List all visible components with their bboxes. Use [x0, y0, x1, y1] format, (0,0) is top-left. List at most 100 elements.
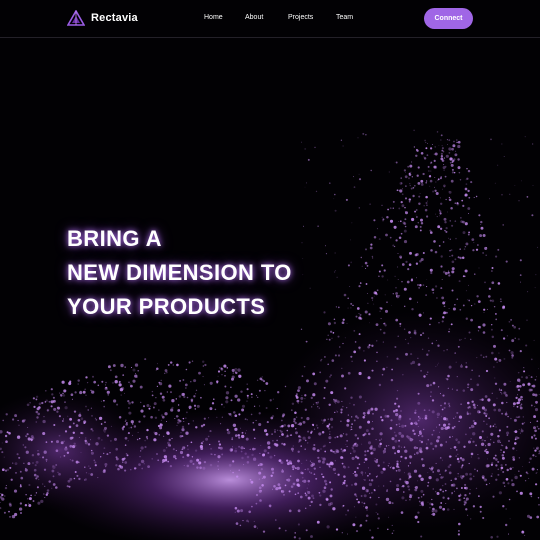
particle-dot: [499, 431, 501, 433]
particle-dot: [392, 410, 396, 413]
particle-dot: [535, 403, 537, 405]
particle-dot: [455, 416, 457, 418]
particle-dot: [44, 389, 47, 392]
particle-dot: [417, 357, 419, 359]
nav-projects-link[interactable]: Projects: [288, 13, 313, 23]
particle-dot: [443, 406, 446, 409]
particle-dot: [233, 411, 236, 414]
particle-dot: [413, 422, 416, 424]
particle-dot: [460, 220, 464, 223]
nav-about-link[interactable]: About: [245, 13, 263, 23]
particle-dot: [300, 416, 303, 419]
particle-dot: [94, 417, 97, 420]
particle-dot: [334, 271, 336, 273]
particle-dot: [117, 467, 120, 471]
particle-dot: [158, 434, 160, 436]
particle-dot: [1, 468, 5, 472]
particle-dot: [376, 289, 379, 292]
particle-dot: [488, 287, 492, 290]
particle-dot: [228, 413, 232, 416]
particle-dot: [382, 449, 387, 454]
particle-dot: [500, 451, 502, 453]
particle-dot: [483, 412, 486, 415]
particle-dot: [388, 171, 390, 173]
particle-dot: [183, 421, 185, 423]
particle-dot: [28, 504, 32, 507]
particle-dot: [459, 179, 462, 181]
particle-dot: [315, 190, 318, 193]
particle-dot: [298, 435, 301, 438]
particle-dot: [321, 457, 323, 459]
particle-dot: [445, 489, 447, 492]
particle-dot: [399, 189, 403, 193]
particle-dot: [430, 391, 433, 393]
particle-dot: [286, 429, 289, 432]
particle-dot: [463, 486, 467, 490]
particle-dot: [501, 143, 503, 145]
particle-dot: [422, 312, 424, 314]
particle-dot: [289, 434, 292, 436]
particle-dot: [452, 436, 454, 438]
particle-dot: [193, 395, 196, 398]
particle-dot: [392, 200, 395, 203]
nav-team-link[interactable]: Team: [336, 13, 353, 23]
particle-dot: [202, 440, 204, 443]
particle-dot: [441, 408, 444, 411]
particle-dot: [62, 394, 66, 397]
particle-dot: [411, 217, 415, 222]
particle-dot: [414, 210, 417, 213]
particle-dot: [34, 464, 37, 467]
particle-dot: [482, 516, 485, 520]
particle-dot: [61, 380, 65, 384]
particle-dot: [403, 446, 406, 448]
particle-dot: [413, 432, 416, 436]
particle-dot: [283, 494, 285, 496]
particle-dot: [533, 434, 536, 437]
particle-dot: [343, 466, 347, 469]
particle-dot: [417, 222, 419, 224]
particle-dot: [333, 318, 336, 321]
particle-dot: [378, 275, 380, 278]
particle-dot: [297, 423, 299, 425]
particle-dot: [489, 299, 492, 302]
particle-dot: [319, 466, 321, 468]
particle-dot: [476, 470, 479, 472]
particle-dot: [231, 436, 234, 439]
particle-dot: [474, 468, 476, 471]
particle-dot: [516, 405, 519, 408]
particle-dot: [192, 463, 195, 465]
particle-dot: [368, 322, 370, 324]
particle-dot: [308, 471, 311, 473]
particle-dot: [261, 477, 263, 479]
nav-home-link[interactable]: Home: [204, 13, 223, 23]
connect-button[interactable]: Connect: [424, 8, 473, 29]
particle-dot: [306, 182, 307, 184]
particle-dot: [534, 429, 537, 433]
particle-dot: [334, 193, 336, 196]
particle-dot: [358, 207, 360, 209]
particle-dot: [341, 506, 344, 508]
particle-dot: [318, 432, 322, 436]
particle-dot: [514, 337, 516, 339]
particle-dot: [300, 436, 302, 438]
particle-dot: [216, 416, 218, 419]
particle-dot: [200, 424, 204, 428]
particle-dot: [263, 449, 267, 453]
particle-dot: [517, 371, 520, 374]
particle-dot: [425, 294, 427, 296]
particle-dot: [503, 382, 507, 386]
particle-dot: [514, 438, 517, 441]
particle-dot: [160, 419, 162, 421]
particle-dot: [519, 406, 523, 410]
particle-dot: [305, 459, 308, 461]
particle-dot: [469, 472, 472, 476]
particle-dot: [68, 381, 72, 386]
particle-dot: [361, 486, 366, 490]
particle-dot: [454, 352, 457, 354]
particle-dot: [340, 456, 344, 459]
particle-dot: [473, 242, 475, 244]
particle-dot: [403, 305, 406, 308]
particle-dot: [4, 495, 6, 497]
particle-dot: [478, 495, 480, 497]
particle-dot: [285, 478, 288, 481]
